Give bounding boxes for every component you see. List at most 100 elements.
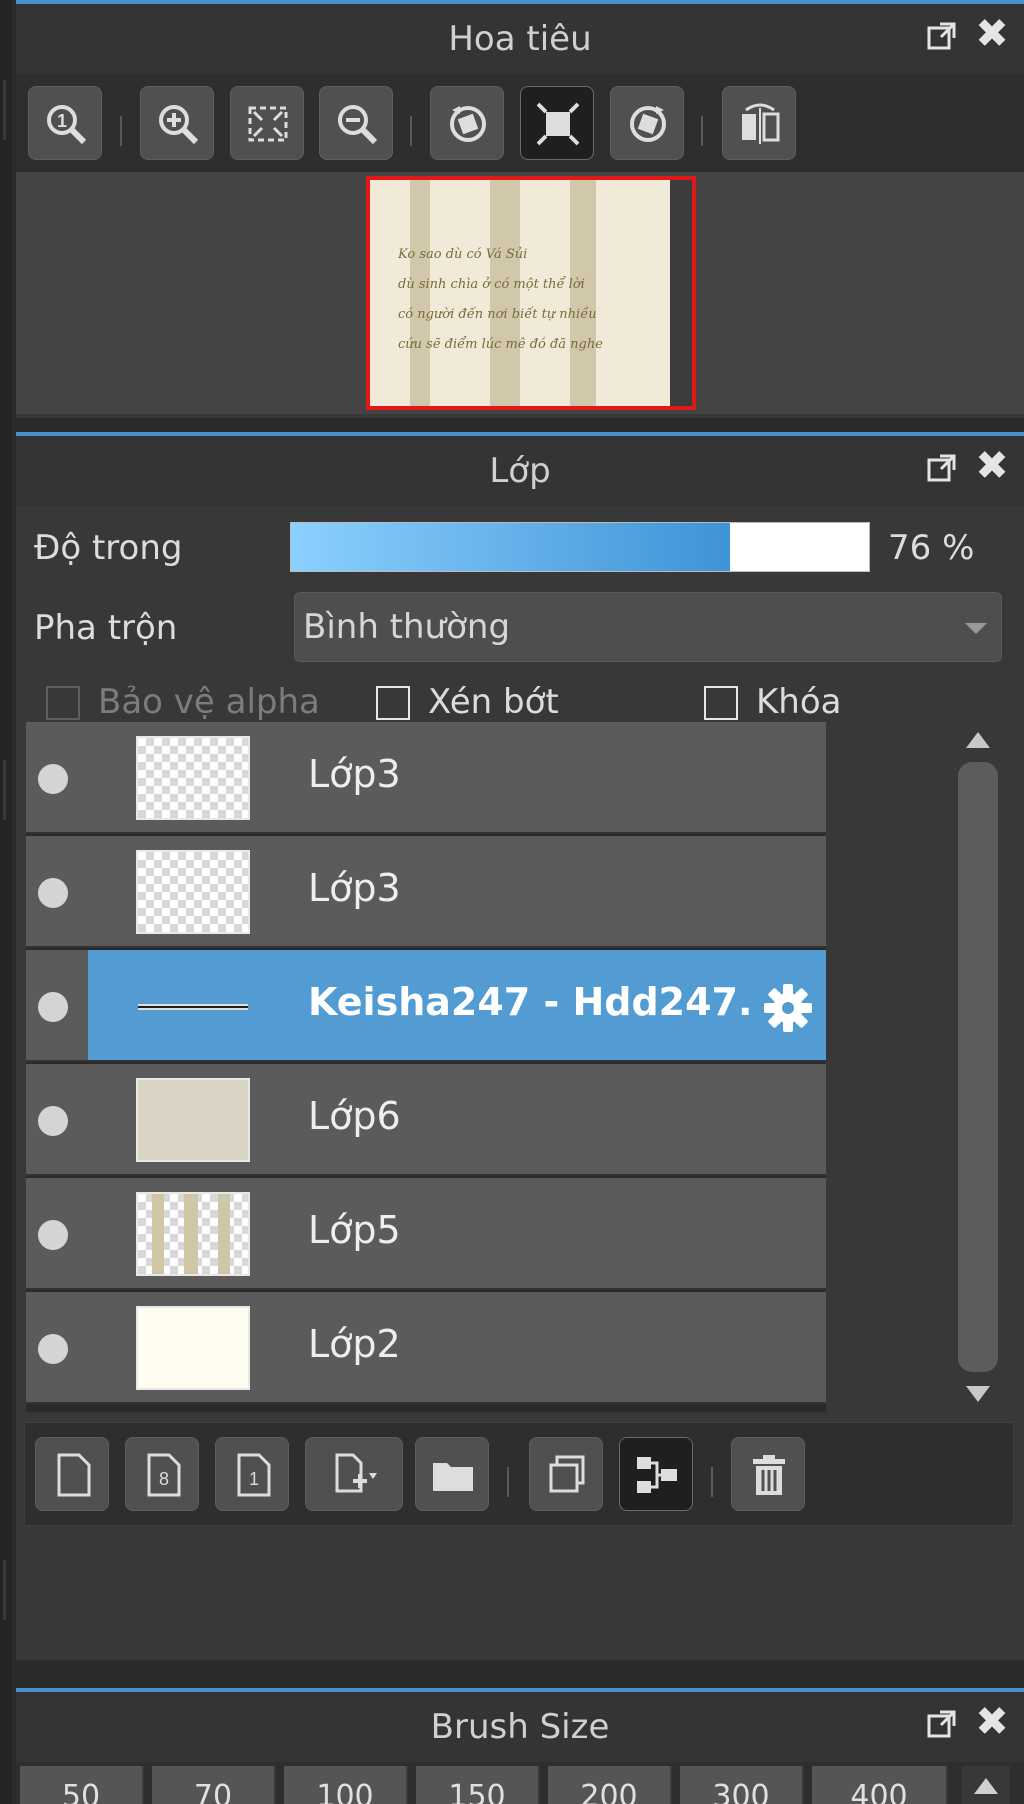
zoom-out-icon	[338, 105, 378, 145]
thumbnail-line: Ko sao dù có Vá Sủi	[398, 247, 528, 262]
rotate-right-button[interactable]	[610, 86, 684, 160]
layer-thumbnail	[136, 850, 250, 934]
thumbnail-text: Ko sao dù có Vá Sủi dù sinh chìa ở có mộ…	[398, 240, 603, 360]
popout-icon[interactable]	[926, 1708, 958, 1740]
svg-text:1: 1	[249, 1469, 259, 1489]
brush-size-title-text: Brush Size	[430, 1707, 610, 1747]
svg-text:1: 1	[57, 111, 67, 131]
new-layer-button[interactable]	[35, 1437, 109, 1511]
rotate-right-icon	[630, 106, 666, 142]
svg-text:8: 8	[159, 1469, 169, 1489]
layer-row[interactable]: Lớp5	[26, 1178, 826, 1290]
layer-name: Lớp2	[308, 1322, 401, 1366]
separator	[120, 116, 122, 146]
fit-canvas-icon	[536, 102, 580, 146]
delete-layer-icon	[753, 1455, 785, 1495]
layers-panel: Lớp ✖ Độ trong 76 % Pha trộn Bình thường…	[16, 432, 1024, 1660]
fit-window-button[interactable]	[230, 86, 304, 160]
new-8bit-layer-button[interactable]: 8	[125, 1437, 199, 1511]
navigator-title-text: Hoa tiêu	[448, 19, 592, 59]
navigator-panel: Hoa tiêu ✖ 1 Ko sao dù có Vá Sủi dù sinh…	[16, 0, 1024, 418]
layer-row[interactable]: Lớp6	[26, 1064, 826, 1176]
scrollbar-thumb[interactable]	[958, 762, 998, 1372]
visibility-toggle-icon[interactable]	[38, 764, 68, 794]
layer-row-selected[interactable]: Keisha247 - Hdd247.	[26, 950, 826, 1062]
new-1bit-layer-icon: 1	[237, 1453, 271, 1497]
layer-row[interactable]: Lớp3	[26, 836, 826, 948]
new-layer-icon	[57, 1453, 91, 1497]
brush-size-cell[interactable]: 70	[152, 1766, 276, 1804]
clipping-label: Xén bớt	[428, 682, 559, 722]
brush-size-scrollbar[interactable]	[962, 1766, 1010, 1804]
merge-layer-button[interactable]	[619, 1437, 693, 1511]
navigator-toolbar: 1	[16, 74, 1024, 172]
layer-list: Lớp3 Lớp3 Keisha247 - Hdd247. Lớp6 Lớp5 …	[26, 722, 826, 1412]
brush-size-cell[interactable]: 50	[20, 1766, 144, 1804]
layer-name: Lớp3	[308, 752, 401, 796]
flip-icon	[742, 103, 780, 144]
flip-button[interactable]	[722, 86, 796, 160]
visibility-toggle-icon[interactable]	[38, 878, 68, 908]
close-icon[interactable]: ✖	[974, 14, 1010, 54]
dock-edge[interactable]	[0, 0, 12, 1804]
blend-mode-select[interactable]: Bình thường	[294, 592, 1002, 662]
brush-size-cell[interactable]: 150	[416, 1766, 540, 1804]
duplicate-layer-icon	[549, 1455, 585, 1493]
layer-toolbar: 8 1	[24, 1422, 1014, 1526]
scroll-down-icon[interactable]	[966, 1386, 990, 1402]
navigator-preview[interactable]: Ko sao dù có Vá Sủi dù sinh chìa ở có mộ…	[16, 172, 1024, 414]
close-icon[interactable]: ✖	[974, 1702, 1010, 1742]
zoom-actual-icon: 1	[47, 105, 87, 145]
layer-name: Keisha247 - Hdd247.	[308, 980, 753, 1024]
popout-icon[interactable]	[926, 452, 958, 484]
popout-icon[interactable]	[926, 20, 958, 52]
duplicate-layer-button[interactable]	[529, 1437, 603, 1511]
canvas-thumbnail[interactable]: Ko sao dù có Vá Sủi dù sinh chìa ở có mộ…	[366, 176, 696, 410]
layer-name: Lớp5	[308, 1208, 401, 1252]
delete-layer-button[interactable]	[731, 1437, 805, 1511]
gear-icon[interactable]	[760, 980, 816, 1036]
rotate-left-button[interactable]	[430, 86, 504, 160]
separator	[711, 1467, 713, 1497]
zoom-in-icon	[159, 105, 199, 145]
zoom-in-button[interactable]	[140, 86, 214, 160]
new-8bit-layer-icon: 8	[147, 1453, 181, 1497]
opacity-value: 76 %	[888, 528, 975, 568]
zoom-out-button[interactable]	[319, 86, 393, 160]
brush-size-cell[interactable]: 400	[812, 1766, 948, 1804]
new-1bit-layer-button[interactable]: 1	[215, 1437, 289, 1511]
opacity-slider[interactable]	[290, 522, 870, 572]
brush-size-panel: Brush Size ✖ 50 70 100 150 200 300 400	[16, 1688, 1024, 1804]
scroll-up-icon[interactable]	[966, 732, 990, 748]
layer-thumbnail	[136, 1306, 250, 1390]
layer-thumbnail	[136, 1192, 250, 1276]
lock-label: Khóa	[756, 682, 842, 722]
layer-thumbnail	[136, 736, 250, 820]
fit-canvas-button[interactable]	[520, 86, 594, 160]
thumbnail-line: có người đến nơi biết tự nhiều	[398, 307, 597, 322]
layer-row[interactable]: Lớp2	[26, 1292, 826, 1404]
opacity-slider-fill	[291, 523, 731, 571]
add-layer-menu-button[interactable]	[305, 1437, 403, 1511]
visibility-toggle-icon[interactable]	[38, 1220, 68, 1250]
brush-size-cell[interactable]: 100	[284, 1766, 408, 1804]
checkbox-box	[704, 686, 738, 720]
new-folder-button[interactable]	[415, 1437, 489, 1511]
brush-size-cell[interactable]: 200	[548, 1766, 672, 1804]
layer-row[interactable]: Lớp3	[26, 722, 826, 834]
blend-mode-label: Pha trộn	[34, 608, 178, 648]
merge-layer-icon	[637, 1457, 677, 1493]
brush-size-cell[interactable]: 300	[680, 1766, 804, 1804]
visibility-toggle-icon[interactable]	[38, 992, 68, 1022]
chevron-down-icon	[965, 623, 987, 634]
separator	[410, 116, 412, 146]
brush-size-row: 50 70 100 150 200 300 400	[16, 1762, 1024, 1804]
navigator-title: Hoa tiêu	[16, 4, 1024, 74]
close-icon[interactable]: ✖	[974, 446, 1010, 486]
layer-name: Lớp3	[308, 866, 401, 910]
scroll-up-icon[interactable]	[974, 1778, 998, 1794]
zoom-actual-button[interactable]: 1	[28, 86, 102, 160]
layer-list-scrollbar[interactable]	[952, 722, 1004, 1412]
visibility-toggle-icon[interactable]	[38, 1334, 68, 1364]
visibility-toggle-icon[interactable]	[38, 1106, 68, 1136]
